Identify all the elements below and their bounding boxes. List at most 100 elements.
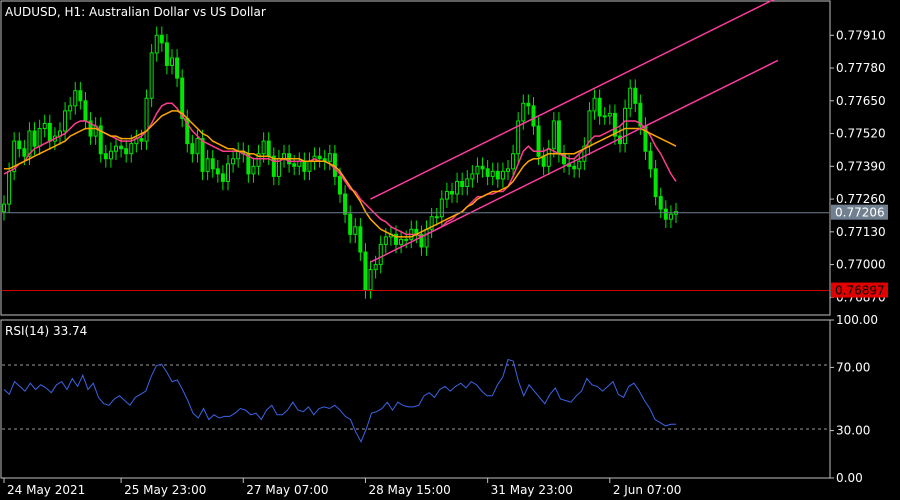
candle-body: [465, 178, 470, 187]
candle-body: [521, 102, 526, 122]
candle-body: [434, 216, 439, 219]
candle-body: [577, 160, 582, 170]
candle-body: [668, 213, 673, 220]
candle-body: [114, 145, 118, 152]
candle-body: [546, 148, 551, 167]
price-tick-label: 0.77780: [836, 61, 886, 75]
price-tick-label: 0.77910: [836, 28, 886, 42]
chart-root: 0.77910 0.77780 0.77650 0.77520 0.77390 0.772…: [0, 0, 900, 500]
time-tick-label: 2 Jun 07:00: [613, 483, 682, 497]
candle-body: [159, 34, 164, 44]
candle-body: [68, 105, 73, 112]
time-tick-label: 25 May 23:00: [124, 483, 206, 497]
candle-body: [83, 100, 88, 122]
horizontal-level-label: 0.76897: [835, 284, 885, 298]
candle-body: [292, 163, 297, 167]
candle-body: [139, 138, 144, 142]
symbol-description: Australian Dollar vs US Dollar: [89, 5, 266, 19]
candle-body: [495, 170, 500, 180]
candle-body: [658, 196, 663, 210]
rsi-tick-label: 70.00: [836, 360, 870, 374]
price-tick-label: 0.77520: [836, 127, 886, 141]
candle-body: [78, 90, 83, 102]
candle-body: [663, 208, 668, 220]
candle-body: [302, 160, 307, 172]
candle-body: [348, 213, 353, 235]
candle-body: [358, 226, 363, 253]
candle-body: [633, 87, 638, 104]
candle-body: [653, 168, 658, 198]
candle-body: [439, 198, 444, 218]
candle-body: [373, 264, 378, 271]
candle-body: [490, 170, 495, 177]
candle-body: [363, 251, 368, 291]
candle-body: [450, 191, 454, 195]
candle-body: [455, 180, 460, 195]
candle-body: [460, 180, 465, 187]
rsi-label: RSI(14) 33.74: [5, 324, 87, 338]
time-tick-label: 28 May 15:00: [368, 483, 450, 497]
candle-body: [220, 173, 225, 182]
candle-body: [261, 140, 266, 155]
candle-body: [470, 173, 475, 180]
candle-body: [119, 145, 124, 150]
candle-body: [368, 269, 373, 291]
candle-body: [164, 42, 169, 67]
price-tick-label: 0.77390: [836, 159, 886, 173]
candle-body: [511, 153, 516, 170]
candle-body: [200, 138, 205, 172]
candle-body: [444, 191, 449, 200]
candle-body: [602, 115, 607, 118]
candle-body: [22, 148, 27, 157]
candle-body: [37, 128, 42, 147]
candle-body: [2, 203, 6, 213]
candle-body: [103, 153, 108, 160]
candle-body: [231, 158, 236, 165]
candle-body: [149, 52, 154, 99]
candle-body: [205, 158, 210, 172]
candle-body: [597, 97, 602, 117]
candle-body: [7, 170, 12, 205]
candle-body: [526, 102, 531, 107]
candle-body: [307, 160, 312, 172]
candle-body: [195, 138, 200, 155]
symbol-label: AUDUSD, H1:: [5, 5, 85, 19]
candle-body: [551, 120, 556, 150]
candle-body: [475, 165, 480, 175]
candle-body: [63, 110, 68, 132]
candle-body: [73, 90, 78, 107]
candle-body: [343, 193, 348, 215]
candle-body: [592, 97, 597, 112]
candle-body: [628, 87, 633, 109]
candle-body: [175, 57, 180, 79]
price-tick-label: 0.77000: [836, 258, 886, 272]
candle-body: [338, 175, 342, 195]
price-tick-label: 0.77260: [836, 192, 886, 206]
candle-body: [623, 107, 628, 145]
candle-body: [226, 163, 230, 182]
candle-body: [480, 165, 485, 170]
candle-body: [266, 140, 271, 157]
time-tick-label: 27 May 07:00: [246, 483, 328, 497]
time-tick-label: 24 May 2021: [7, 483, 85, 497]
price-axis: 0.77910 0.77780 0.77650 0.77520 0.77390 0.772…: [830, 28, 888, 304]
candle-body: [500, 170, 505, 180]
rsi-tick-label: 0.00: [836, 471, 863, 485]
candle-body: [42, 122, 47, 130]
candle-body: [506, 168, 510, 172]
candle-body: [572, 165, 577, 170]
candle-body: [317, 155, 322, 160]
candle-body: [404, 238, 409, 241]
candle-body: [541, 155, 546, 167]
candle-body: [124, 148, 129, 155]
candle-body: [210, 158, 215, 170]
candle-body: [47, 122, 52, 142]
candle-body: [251, 165, 256, 175]
price-tick-label: 0.77130: [836, 225, 886, 239]
candle-body: [108, 150, 113, 160]
time-tick-label: 31 May 23:00: [491, 483, 573, 497]
candle-body: [353, 226, 358, 235]
candle-body: [399, 238, 404, 245]
candle-body: [556, 120, 561, 155]
candle-body: [383, 236, 388, 245]
